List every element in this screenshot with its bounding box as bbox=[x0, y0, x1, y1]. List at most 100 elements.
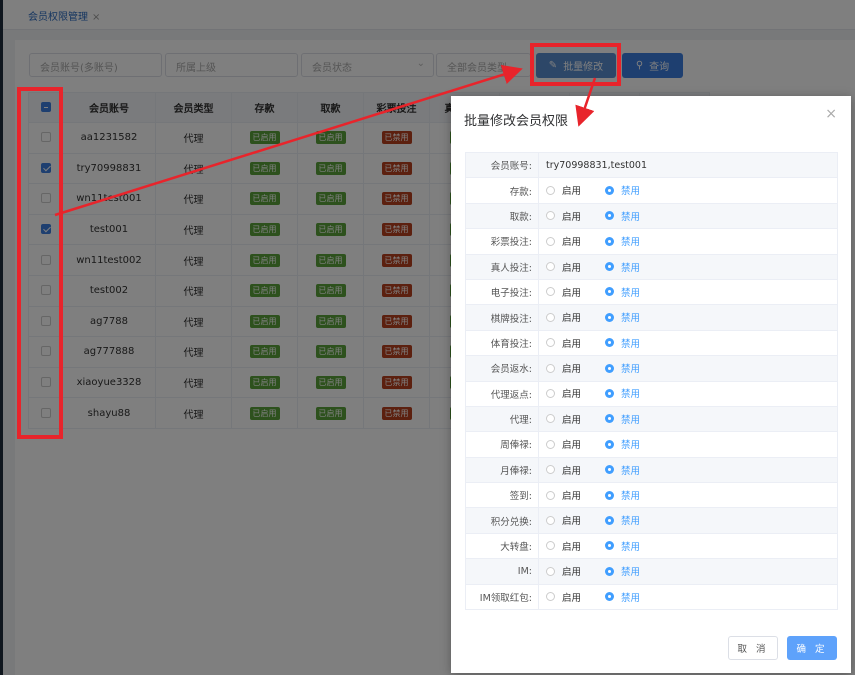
field-label: 大转盘: bbox=[465, 532, 539, 560]
radio-enable-label: 启用 bbox=[562, 541, 582, 553]
radio-circle bbox=[546, 211, 555, 221]
form-row: 彩票投注: 启用 禁用 bbox=[465, 228, 838, 255]
field-options: 启用 禁用 bbox=[538, 278, 838, 306]
field-label: 体育投注: bbox=[465, 329, 539, 357]
radio-disable[interactable]: 禁用 bbox=[605, 361, 640, 375]
field-options: 启用 禁用 bbox=[538, 304, 838, 331]
radio-disable[interactable]: 禁用 bbox=[605, 336, 640, 350]
radio-enable[interactable]: 启用 bbox=[546, 336, 581, 350]
radio-circle bbox=[546, 465, 555, 475]
permissions-form: 会员账号: try70998831,test001 存款: 启用 禁用 取款: 启用… bbox=[465, 151, 838, 611]
field-label: 会员返水: bbox=[465, 355, 539, 382]
radio-enable[interactable]: 启用 bbox=[546, 285, 581, 299]
field-options: 启用 禁用 bbox=[538, 583, 838, 611]
confirm-button[interactable]: 确 定 bbox=[787, 636, 837, 660]
radio-circle bbox=[546, 490, 555, 500]
radio-circle bbox=[546, 515, 555, 525]
radio-enable-label: 启用 bbox=[562, 491, 582, 503]
radio-enable[interactable]: 启用 bbox=[546, 234, 581, 248]
form-row: 周俸禄: 启用 禁用 bbox=[465, 431, 838, 458]
form-row-account: 会员账号: try70998831,test001 bbox=[465, 151, 838, 179]
radio-disable-label: 禁用 bbox=[621, 338, 641, 350]
radio-disable[interactable]: 禁用 bbox=[605, 310, 640, 324]
radio-circle-selected bbox=[605, 211, 615, 221]
field-options: 启用 禁用 bbox=[538, 380, 838, 407]
radio-disable[interactable]: 禁用 bbox=[605, 488, 640, 502]
radio-circle-selected bbox=[605, 566, 615, 576]
close-icon[interactable]: × bbox=[825, 106, 837, 122]
field-options: 启用 禁用 bbox=[538, 532, 838, 560]
radio-circle bbox=[546, 541, 555, 551]
form-row: 取款: 启用 禁用 bbox=[465, 202, 838, 230]
radio-enable[interactable]: 启用 bbox=[546, 412, 581, 426]
radio-circle bbox=[546, 287, 555, 297]
radio-enable-label: 启用 bbox=[562, 465, 582, 477]
radio-enable[interactable]: 启用 bbox=[546, 386, 581, 400]
radio-enable[interactable]: 启用 bbox=[546, 437, 581, 451]
radio-circle bbox=[546, 388, 555, 398]
field-options: 启用 禁用 bbox=[538, 329, 838, 357]
field-label: 月俸禄: bbox=[465, 456, 539, 484]
batch-edit-dialog: 批量修改会员权限 × 会员账号: try70998831,test001 存款:… bbox=[451, 96, 851, 673]
radio-enable[interactable]: 启用 bbox=[546, 260, 581, 274]
radio-disable-label: 禁用 bbox=[621, 465, 641, 477]
radio-disable[interactable]: 禁用 bbox=[605, 463, 640, 477]
radio-enable[interactable]: 启用 bbox=[546, 209, 581, 223]
radio-enable[interactable]: 启用 bbox=[546, 564, 581, 578]
form-row: 代理: 启用 禁用 bbox=[465, 405, 838, 433]
radio-enable[interactable]: 启用 bbox=[546, 310, 581, 324]
cancel-button[interactable]: 取 消 bbox=[728, 636, 778, 660]
radio-enable[interactable]: 启用 bbox=[546, 513, 581, 527]
radio-disable-label: 禁用 bbox=[621, 262, 641, 274]
radio-disable[interactable]: 禁用 bbox=[605, 260, 640, 274]
field-label: 代理: bbox=[465, 405, 539, 433]
radio-enable[interactable]: 启用 bbox=[546, 590, 581, 604]
form-row: IM: 启用 禁用 bbox=[465, 558, 838, 585]
radio-disable[interactable]: 禁用 bbox=[605, 412, 640, 426]
radio-enable[interactable]: 启用 bbox=[546, 488, 581, 502]
radio-enable[interactable]: 启用 bbox=[546, 539, 581, 553]
radio-circle-selected bbox=[605, 262, 615, 271]
form-row: 大转盘: 启用 禁用 bbox=[465, 532, 838, 560]
radio-disable[interactable]: 禁用 bbox=[605, 209, 640, 223]
radio-enable[interactable]: 启用 bbox=[546, 361, 581, 375]
radio-circle-selected bbox=[605, 465, 615, 475]
field-label: 真人投注: bbox=[465, 253, 539, 280]
radio-circle bbox=[546, 312, 555, 322]
radio-disable[interactable]: 禁用 bbox=[605, 183, 640, 197]
radio-disable[interactable]: 禁用 bbox=[605, 564, 640, 578]
radio-circle-selected bbox=[605, 414, 615, 424]
radio-disable-label: 禁用 bbox=[621, 516, 641, 528]
radio-disable-label: 禁用 bbox=[621, 414, 641, 426]
radio-enable[interactable]: 启用 bbox=[546, 183, 581, 197]
radio-enable[interactable]: 启用 bbox=[546, 463, 581, 477]
field-label: 棋牌投注: bbox=[465, 304, 539, 331]
radio-circle-selected bbox=[605, 287, 615, 297]
radio-disable[interactable]: 禁用 bbox=[605, 539, 640, 553]
radio-disable-label: 禁用 bbox=[621, 592, 641, 604]
radio-disable[interactable]: 禁用 bbox=[605, 590, 640, 604]
radio-circle bbox=[546, 566, 555, 576]
radio-disable-label: 禁用 bbox=[621, 567, 641, 579]
field-options: 启用 禁用 bbox=[538, 228, 838, 255]
radio-enable-label: 启用 bbox=[562, 262, 582, 274]
form-row: 棋牌投注: 启用 禁用 bbox=[465, 304, 838, 331]
radio-disable[interactable]: 禁用 bbox=[605, 285, 640, 299]
radio-enable-label: 启用 bbox=[562, 338, 582, 350]
radio-enable-label: 启用 bbox=[562, 364, 582, 376]
radio-disable[interactable]: 禁用 bbox=[605, 234, 640, 248]
radio-circle bbox=[546, 363, 555, 373]
radio-enable-label: 启用 bbox=[562, 211, 582, 223]
field-options: 启用 禁用 bbox=[538, 202, 838, 230]
form-row: 签到: 启用 禁用 bbox=[465, 482, 838, 509]
radio-circle bbox=[546, 262, 555, 271]
radio-enable-label: 启用 bbox=[562, 313, 582, 325]
radio-circle-selected bbox=[605, 185, 615, 195]
radio-disable[interactable]: 禁用 bbox=[605, 513, 640, 527]
form-row: 存款: 启用 禁用 bbox=[465, 177, 838, 204]
radio-enable-label: 启用 bbox=[562, 414, 582, 426]
radio-disable[interactable]: 禁用 bbox=[605, 386, 640, 400]
dialog-title: 批量修改会员权限 bbox=[464, 114, 569, 129]
radio-disable[interactable]: 禁用 bbox=[605, 437, 640, 451]
radio-circle bbox=[546, 236, 555, 246]
